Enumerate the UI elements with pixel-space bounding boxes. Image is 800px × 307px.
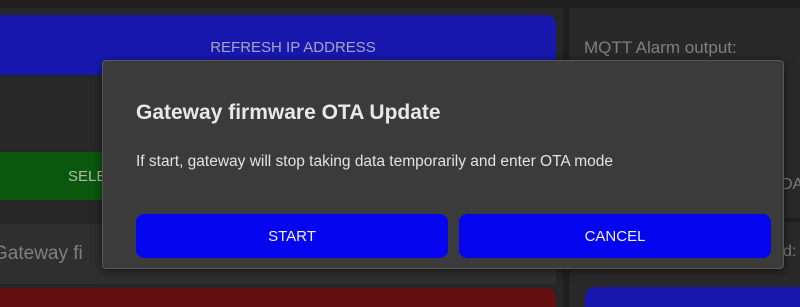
cancel-button[interactable]: CANCEL — [459, 214, 771, 258]
ota-update-dialog: Gateway firmware OTA Update If start, ga… — [102, 60, 784, 269]
dialog-title: Gateway firmware OTA Update — [136, 101, 441, 124]
dialog-message: If start, gateway will stop taking data … — [136, 153, 613, 170]
start-button[interactable]: START — [136, 214, 448, 258]
